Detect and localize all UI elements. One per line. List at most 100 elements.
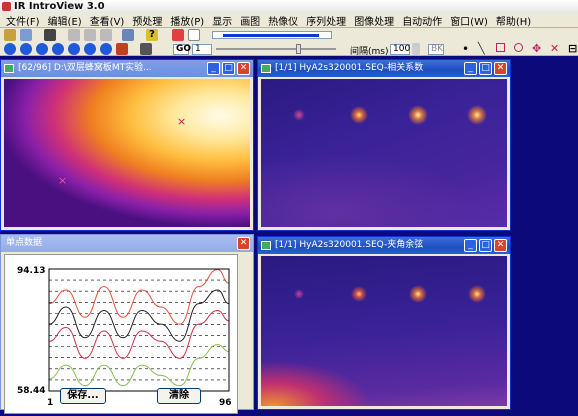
palette-slider-fill: [223, 34, 319, 37]
series-line: [48, 344, 230, 387]
play-icon[interactable]: [68, 43, 80, 55]
app-title: IR IntroView 3.0: [14, 1, 105, 12]
palette-icon[interactable]: [116, 43, 128, 55]
main-image-title: [62/96] D:\双层蜂窝板MT实验...: [18, 63, 152, 73]
correlation-window: [1/1] HyA2s320001.SEQ-相关系数 _ □ ✕: [257, 59, 511, 231]
delete-tool-icon[interactable]: ✕: [550, 42, 559, 55]
app-title-bar: IR IntroView 3.0: [0, 0, 578, 13]
close-button[interactable]: ✕: [237, 237, 250, 250]
series-line: [48, 268, 230, 325]
go-button[interactable]: GO: [173, 44, 191, 55]
series-line: [48, 289, 230, 342]
paste-icon[interactable]: [100, 29, 112, 41]
print-icon[interactable]: [122, 29, 134, 41]
interval-input[interactable]: 100: [390, 44, 410, 55]
frame-slider-thumb[interactable]: [296, 44, 301, 54]
window-icon: [261, 64, 271, 73]
thermal-image-correlation[interactable]: [261, 79, 507, 227]
interval-spinner[interactable]: [412, 43, 420, 55]
menu-edit[interactable]: 编辑(E): [44, 13, 86, 28]
marker-cross[interactable]: ×: [58, 175, 67, 186]
interval-label: 间隔(ms): [350, 47, 389, 57]
menu-draw[interactable]: 画图: [236, 13, 264, 28]
close-button[interactable]: ✕: [494, 62, 507, 75]
cosine-title: [1/1] HyA2s320001.SEQ-夹角余弦: [275, 240, 424, 250]
y-min-label: 58.44: [17, 386, 45, 396]
rect-tool-icon[interactable]: [496, 43, 505, 52]
extra-tool-icon[interactable]: ⊟: [568, 42, 577, 55]
single-point-title: 单点数据: [6, 238, 43, 248]
line-chart-svg: 94.13 58.44 1 96: [17, 266, 232, 408]
save-icon[interactable]: [20, 29, 32, 41]
maximize-button[interactable]: □: [479, 239, 492, 252]
save-button[interactable]: 保存...: [60, 388, 106, 404]
bk-button[interactable]: BK: [428, 44, 444, 55]
copy-icon[interactable]: [84, 29, 96, 41]
maximize-button[interactable]: □: [479, 62, 492, 75]
cosine-titlebar[interactable]: [1/1] HyA2s320001.SEQ-夹角余弦 _ □ ✕: [258, 237, 510, 254]
menu-view[interactable]: 查看(V): [86, 13, 129, 28]
palette-slider[interactable]: [212, 31, 332, 39]
menu-bar: 文件(F) 编辑(E) 查看(V) 预处理 播放(P) 显示 画图 热像仪 序列…: [0, 13, 578, 28]
menu-sequence[interactable]: 序列处理: [302, 13, 350, 28]
x-min-label: 1: [47, 398, 53, 408]
chart-series: [48, 268, 230, 387]
correlation-titlebar[interactable]: [1/1] HyA2s320001.SEQ-相关系数 _ □ ✕: [258, 60, 510, 77]
plot-frame: [48, 268, 230, 392]
minimize-button[interactable]: _: [464, 239, 477, 252]
cut-icon[interactable]: [68, 29, 80, 41]
play-back-icon[interactable]: [36, 43, 48, 55]
menu-image-processing[interactable]: 图像处理: [350, 13, 398, 28]
prev-frame-icon[interactable]: [20, 43, 32, 55]
single-point-titlebar[interactable]: 单点数据 ✕: [1, 235, 253, 252]
window-icon: [261, 241, 271, 250]
main-toolbar: ?: [0, 28, 578, 42]
series-line: [48, 309, 230, 359]
frame-slider[interactable]: [216, 48, 336, 50]
main-image-titlebar[interactable]: [62/96] D:\双层蜂窝板MT实验... _ □ ✕: [1, 60, 253, 77]
line-chart: 94.13 58.44 1 96: [4, 254, 238, 414]
next-frame-icon[interactable]: [84, 43, 96, 55]
thermal-image-main[interactable]: × ×: [4, 79, 250, 227]
menu-auto-action[interactable]: 自动动作: [398, 13, 446, 28]
minimize-button[interactable]: _: [207, 62, 220, 75]
move-tool-icon[interactable]: ✥: [532, 42, 541, 55]
app-icon: [2, 2, 11, 11]
line-tool-icon[interactable]: ╲: [478, 42, 485, 55]
y-max-label: 94.13: [17, 266, 45, 276]
playback-toolbar: GO 1 间隔(ms) 100 BK • ╲ ✥ ✕ ⊟: [0, 42, 578, 57]
first-frame-icon[interactable]: [4, 43, 16, 55]
menu-file[interactable]: 文件(F): [2, 13, 44, 28]
marker-cross[interactable]: ×: [177, 116, 186, 127]
clear-button[interactable]: 清除: [157, 388, 201, 404]
minimize-button[interactable]: _: [464, 62, 477, 75]
thermal-image-cosine[interactable]: [261, 256, 507, 406]
menu-display[interactable]: 显示: [208, 13, 236, 28]
cosine-window: [1/1] HyA2s320001.SEQ-夹角余弦 _ □ ✕: [257, 236, 511, 410]
chart-grid: [49, 279, 229, 381]
single-point-window: 单点数据 ✕ 94.13 58.44 1 96 保存... 清除: [0, 234, 254, 414]
menu-preprocess[interactable]: 预处理: [128, 13, 166, 28]
menu-play[interactable]: 播放(P): [166, 13, 208, 28]
close-button[interactable]: ✕: [237, 62, 250, 75]
histogram-icon[interactable]: [172, 29, 184, 41]
menu-help[interactable]: 帮助(H): [492, 13, 535, 28]
cube-icon[interactable]: [140, 43, 152, 55]
x-max-label: 96: [219, 398, 232, 408]
window-icon: [4, 64, 14, 73]
frame-input[interactable]: 1: [192, 44, 212, 55]
thermometer-icon[interactable]: [188, 29, 200, 41]
maximize-button[interactable]: □: [222, 62, 235, 75]
camera-icon[interactable]: [44, 29, 56, 41]
menu-window[interactable]: 窗口(W): [446, 13, 492, 28]
main-image-window: [62/96] D:\双层蜂窝板MT实验... _ □ ✕ × ×: [0, 59, 254, 231]
menu-camera[interactable]: 热像仪: [264, 13, 302, 28]
open-icon[interactable]: [4, 29, 16, 41]
last-frame-icon[interactable]: [100, 43, 112, 55]
close-button[interactable]: ✕: [494, 239, 507, 252]
pause-icon[interactable]: [52, 43, 64, 55]
point-tool-icon[interactable]: •: [462, 42, 469, 56]
correlation-title: [1/1] HyA2s320001.SEQ-相关系数: [275, 63, 424, 73]
help-icon[interactable]: ?: [146, 29, 158, 41]
ellipse-tool-icon[interactable]: [514, 43, 523, 52]
